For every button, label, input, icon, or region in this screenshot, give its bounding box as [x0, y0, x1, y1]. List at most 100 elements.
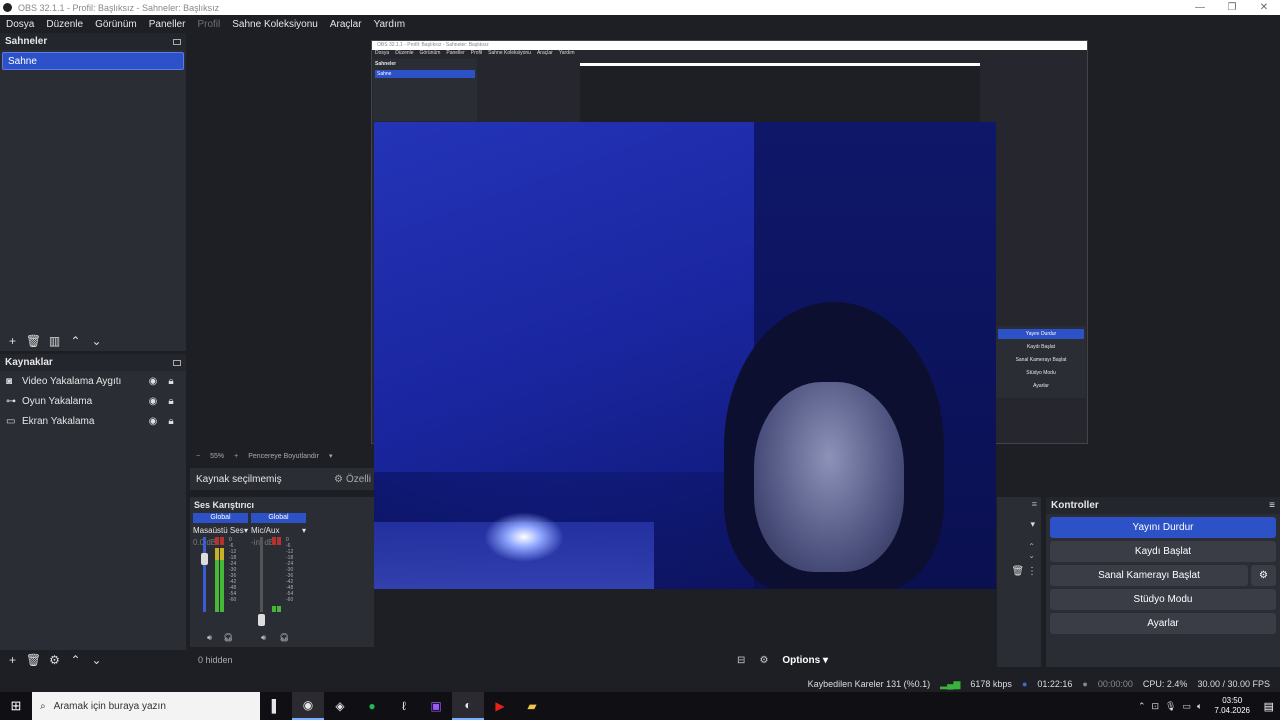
clock[interactable]: 03:50 7.04.2026 — [1214, 696, 1250, 716]
add-source-button[interactable]: + — [2, 651, 23, 669]
menu-icon[interactable]: ≡ — [997, 497, 1041, 511]
add-scene-button[interactable]: + — [2, 332, 23, 350]
start-virtual-camera-button[interactable]: Sanal Kamerayı Başlat — [1050, 565, 1248, 586]
menu-edit[interactable]: Düzenle — [40, 19, 89, 30]
studio-mode-button[interactable]: Stüdyo Modu — [1050, 589, 1276, 610]
channel-name[interactable]: Mic/Aux ▾ — [251, 526, 306, 535]
cpu-usage: CPU: 2.4% — [1142, 679, 1188, 689]
file-explorer-icon[interactable]: ▰ — [516, 692, 548, 720]
network-icon[interactable]: ⊡ — [1152, 701, 1160, 712]
nested-preview-level2 — [580, 63, 980, 123]
source-item-video-capture[interactable]: ◙ Video Yakalama Aygıtı ◉ 🔒︎ — [0, 371, 186, 391]
headphones-icon[interactable]: 🎧︎ — [279, 633, 289, 642]
speaker-icon[interactable]: 🔊︎ — [261, 633, 266, 643]
maximize-button[interactable]: ❐ — [1216, 0, 1248, 15]
obs-icon[interactable]: ◐ — [452, 692, 484, 720]
chrome-icon[interactable]: ◉ — [292, 692, 324, 720]
settings-button[interactable]: Ayarlar — [1050, 613, 1276, 634]
scene-item[interactable]: Sahne — [2, 52, 184, 70]
stop-stream-button[interactable]: Yayını Durdur — [1050, 517, 1276, 538]
spotify-icon[interactable]: ● — [356, 692, 388, 720]
zoom-out-button[interactable]: − — [196, 453, 200, 460]
notification-icon[interactable]: ▤ — [1264, 692, 1274, 720]
duration-stepper[interactable]: ⌃ ⌄ — [997, 538, 1041, 564]
options-dropdown[interactable]: Options ▾ — [782, 655, 828, 666]
source-properties-button[interactable]: ⚙ — [44, 651, 65, 669]
lock-icon[interactable]: 🔒︎ — [162, 376, 180, 387]
source-item-game-capture[interactable]: ⊶ Oyun Yakalama ◉ 🔒︎ — [0, 391, 186, 411]
chevron-down-icon[interactable]: ▾ — [997, 511, 1041, 538]
meter-scale-tick: -60 — [229, 597, 237, 603]
undock-icon[interactable] — [173, 38, 181, 45]
channel-global-badge: Global — [193, 513, 248, 523]
remove-scene-button[interactable]: 🗑 — [23, 332, 44, 350]
scenes-dock-title: Sahneler — [0, 33, 186, 50]
layout-icon[interactable]: ⊟ — [737, 655, 745, 666]
menu-docks[interactable]: Paneller — [143, 19, 192, 30]
undock-icon[interactable] — [173, 359, 181, 366]
visibility-eye-icon[interactable]: ◉ — [144, 396, 162, 407]
move-scene-down-button[interactable]: ⌄ — [86, 332, 107, 350]
menu-tools[interactable]: Araçlar — [324, 19, 368, 30]
properties-label: Özelli — [345, 473, 371, 485]
taskview-icon[interactable]: ▌ — [260, 692, 292, 720]
channel-name[interactable]: Masaüstü Ses ▾ — [193, 526, 248, 535]
visibility-eye-icon[interactable]: ◉ — [144, 416, 162, 427]
settings-icon[interactable]: ⚙ — [759, 655, 768, 666]
move-source-up-button[interactable]: ⌃ — [65, 651, 86, 669]
menu-file[interactable]: Dosya — [0, 19, 40, 30]
youtube-icon[interactable]: ▶ — [484, 692, 516, 720]
options-label: Options — [782, 654, 821, 666]
level-meter-mic — [272, 537, 282, 612]
properties-button[interactable]: ⚙ Özelli — [334, 468, 374, 490]
zoom-in-button[interactable]: + — [234, 453, 238, 460]
scene-filters-button[interactable]: ▥ — [44, 332, 65, 350]
transition-options[interactable]: 🗑 ⋮ — [997, 564, 1041, 579]
speaker-icon[interactable]: 🔊︎ — [207, 633, 212, 643]
taskbar-search[interactable]: ⌕ Aramak için buraya yazın — [32, 692, 260, 720]
move-scene-up-button[interactable]: ⌃ — [65, 332, 86, 350]
menu-view[interactable]: Görünüm — [89, 19, 143, 30]
headphones-icon[interactable]: 🎧︎ — [223, 633, 233, 642]
volume-icon[interactable]: 🔈︎ — [1197, 701, 1202, 712]
app-icon[interactable]: ℓ — [388, 692, 420, 720]
visibility-eye-icon[interactable]: ◉ — [144, 376, 162, 387]
menu-help[interactable]: Yardım — [368, 19, 412, 30]
nested-scene-item: Sahne — [375, 70, 475, 78]
nested-menu-item: Yardım — [558, 50, 575, 56]
search-icon: ⌕ — [40, 700, 46, 712]
menu-icon[interactable]: ≡ — [1269, 500, 1275, 511]
minimize-button[interactable]: — — [1184, 0, 1216, 15]
controls-dock-title: Kontroller ≡ — [1046, 497, 1280, 514]
lock-icon[interactable]: 🔒︎ — [162, 396, 180, 407]
windows-start-icon[interactable]: ⊞ — [0, 698, 32, 714]
lock-icon[interactable]: 🔒︎ — [162, 416, 180, 427]
scene-transitions-dock: ≡ ▾ ⌃ ⌄ 🗑 ⋮ — [997, 497, 1041, 667]
volume-slider-mic[interactable] — [260, 537, 263, 612]
nested-control: Yayını Durdur — [998, 329, 1084, 339]
volume-slider-desktop[interactable] — [203, 537, 206, 612]
sources-dock-title: Kaynaklar — [0, 354, 186, 371]
display-icon[interactable]: ▭ — [1182, 701, 1191, 712]
mixer-title: Ses Karıştırıcı — [194, 500, 255, 510]
fit-to-window-dropdown[interactable]: Pencereye Boyutlandır — [248, 453, 319, 460]
virtual-camera-settings-gear-icon[interactable]: ⚙ — [1251, 565, 1276, 586]
twitch-icon[interactable]: ▣ — [420, 692, 452, 720]
chevron-down-icon[interactable]: ▾ — [329, 452, 333, 460]
source-label: Oyun Yakalama — [22, 395, 93, 407]
discord-icon[interactable]: ◈ — [324, 692, 356, 720]
obs-logo-icon — [3, 3, 12, 12]
scenes-toolbar: + 🗑 ▥ ⌃ ⌄ — [2, 332, 107, 350]
chevron-up-icon[interactable]: ⌃ — [1138, 701, 1146, 712]
source-item-display-capture[interactable]: ▭ Ekran Yakalama ◉ 🔒︎ — [0, 411, 186, 431]
volume-knob-desktop[interactable] — [201, 553, 208, 565]
close-button[interactable]: ✕ — [1248, 0, 1280, 15]
microphone-icon[interactable]: 🎙︎ — [1165, 701, 1176, 712]
start-recording-button[interactable]: Kaydı Başlat — [1050, 541, 1276, 562]
meter-fill-green — [215, 559, 219, 612]
menu-scene-collection[interactable]: Sahne Koleksiyonu — [226, 19, 324, 30]
move-source-down-button[interactable]: ⌄ — [86, 651, 107, 669]
remove-source-button[interactable]: 🗑 — [23, 651, 44, 669]
menu-profile[interactable]: Profil — [191, 19, 226, 30]
volume-knob-mic[interactable] — [258, 614, 265, 626]
